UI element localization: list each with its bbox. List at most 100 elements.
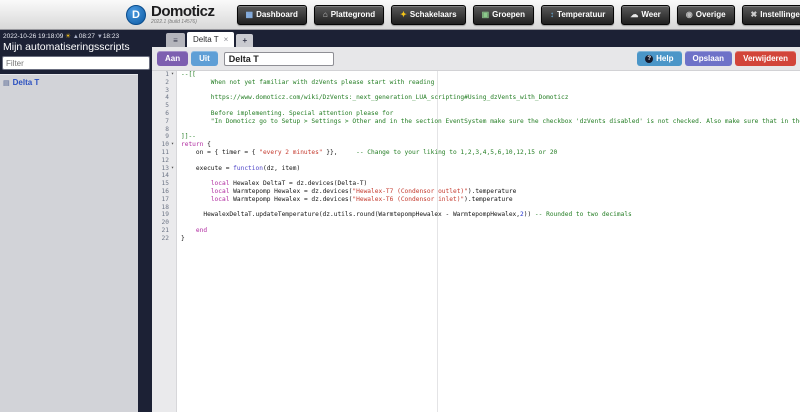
gutter-line: 4 bbox=[165, 94, 169, 102]
disable-button[interactable]: Uit bbox=[191, 51, 218, 66]
gutter-line: 22 bbox=[161, 234, 169, 242]
fold-icon[interactable]: ▾ bbox=[169, 141, 176, 149]
code-line[interactable]: return { bbox=[181, 141, 800, 149]
script-name-input[interactable] bbox=[223, 51, 334, 66]
nav-label: Groepen bbox=[492, 10, 526, 19]
gutter-line: 9 bbox=[165, 133, 169, 141]
fold-icon[interactable]: ▾ bbox=[169, 71, 176, 79]
script-item[interactable]: ▤ Delta T bbox=[0, 75, 138, 90]
sunrise-time: 08:27 bbox=[78, 33, 96, 40]
code-editor[interactable]: 1 ▾ 2 3 4 5 6 7 8 9 10 ▾ 11 12 13 ▾ 14 15 16 17 18 19 20 21 22 -… bbox=[152, 71, 800, 412]
code-line[interactable] bbox=[181, 172, 800, 180]
gutter-line: 20 bbox=[161, 219, 169, 227]
sunset-time: 18:23 bbox=[102, 33, 120, 40]
app-title: Domoticz bbox=[151, 3, 215, 20]
utilities-icon: ◉ bbox=[685, 9, 693, 19]
code-line[interactable]: local Warmtepomp Hewalex = dz.devices("H… bbox=[181, 188, 800, 196]
nav-label: Instellingen bbox=[760, 10, 800, 19]
save-button[interactable]: Opslaan bbox=[684, 51, 733, 66]
lightbulb-icon: ✦ bbox=[400, 9, 407, 19]
code-line[interactable] bbox=[181, 87, 800, 95]
tab-close-icon[interactable]: × bbox=[224, 35, 229, 44]
datetime-text: 2022-10-26 19:18:09 bbox=[3, 33, 64, 40]
enable-button[interactable]: Aan bbox=[157, 51, 189, 66]
tab-delta-t[interactable]: Delta T × bbox=[187, 32, 235, 47]
nav-label: Schakelaars bbox=[409, 10, 457, 19]
gutter-line: 19 bbox=[161, 211, 169, 219]
gutter-line: 21 bbox=[161, 226, 169, 234]
code-line[interactable] bbox=[181, 204, 800, 212]
help-icon: ? bbox=[645, 54, 654, 63]
tab-label: Delta T bbox=[193, 35, 219, 44]
code-line[interactable]: } bbox=[181, 235, 800, 243]
tab-bar: ≡ Delta T × + bbox=[152, 30, 800, 47]
gutter-line: 11 bbox=[161, 148, 169, 156]
delete-button[interactable]: Verwijderen bbox=[735, 51, 796, 66]
script-list: ▤ Delta T bbox=[0, 74, 138, 412]
code-line[interactable] bbox=[181, 219, 800, 227]
domoticz-logo-icon: D bbox=[126, 4, 146, 25]
tab-list-menu[interactable]: ≡ bbox=[166, 33, 185, 47]
sun-icon: ☀ bbox=[65, 33, 71, 40]
code-line[interactable] bbox=[181, 126, 800, 134]
code-line[interactable]: https://www.domoticz.com/wiki/DzVents:_n… bbox=[181, 94, 800, 102]
main-panel: ≡ Delta T × + Aan Uit ? Help O bbox=[152, 30, 800, 412]
groups-icon: ▣ bbox=[481, 9, 490, 19]
plus-icon: + bbox=[242, 36, 248, 45]
editor-code[interactable]: --[[ When not yet familiar with dzVents … bbox=[177, 71, 800, 412]
nav-schakelaars[interactable]: ✦ Schakelaars bbox=[391, 4, 466, 25]
code-line[interactable]: Before implementing. Special attention p… bbox=[181, 110, 800, 118]
nav-label: Dashboard bbox=[256, 10, 298, 19]
nav-plattegrond[interactable]: ⌂ Plattegrond bbox=[313, 4, 385, 25]
add-tab-button[interactable]: + bbox=[236, 34, 254, 47]
sidebar-title: Mijn automatiseringsscripts bbox=[3, 41, 130, 53]
gutter-line: 6 bbox=[165, 109, 169, 117]
code-line[interactable]: local Hewalex DeltaT = dz.devices(Delta-… bbox=[181, 180, 800, 188]
domoticz-logo[interactable]: D Domoticz 2022.1 (build 14576) bbox=[126, 4, 215, 25]
code-line[interactable]: When not yet familiar with dzVents pleas… bbox=[181, 79, 800, 87]
editor-gutter: 1 ▾ 2 3 4 5 6 7 8 9 10 ▾ 11 12 13 ▾ 14 15 16 17 18 19 20 21 22 bbox=[152, 71, 177, 412]
gutter-line: 7 bbox=[165, 117, 169, 125]
hamburger-icon: ≡ bbox=[173, 35, 178, 45]
gutter-line: 8 bbox=[165, 125, 169, 133]
fold-icon[interactable]: ▾ bbox=[169, 165, 176, 173]
code-line[interactable]: local Warmtepomp Hewalex = dz.devices("H… bbox=[181, 196, 800, 204]
nav-temperatuur[interactable]: ↕ Temperatuur bbox=[541, 4, 615, 25]
nav-instellingen[interactable]: ✖Instellingen▾ bbox=[741, 4, 800, 25]
gutter-line: 12 bbox=[161, 156, 169, 164]
help-label: Help bbox=[656, 54, 674, 63]
gutter-line: 3 bbox=[165, 86, 169, 94]
script-file-icon: ▤ bbox=[3, 79, 10, 87]
gutter-line: 1 ▾ bbox=[165, 71, 176, 79]
gutter-line: 2 bbox=[165, 78, 169, 86]
code-line[interactable] bbox=[181, 157, 800, 165]
help-button[interactable]: ? Help bbox=[637, 51, 682, 66]
dashboard-icon: ▦ bbox=[245, 9, 254, 19]
nav-dashboard[interactable]: ▦ Dashboard bbox=[236, 4, 307, 25]
gutter-line: 14 bbox=[161, 172, 169, 180]
nav-label: Weer bbox=[641, 10, 661, 19]
floorplan-icon: ⌂ bbox=[322, 9, 328, 19]
nav-weer[interactable]: ☁ Weer bbox=[621, 4, 670, 25]
status-bar: 2022-10-26 19:18:09 ☀ ▲08:27 ▼18:23 bbox=[0, 30, 152, 41]
nav-groepen[interactable]: ▣ Groepen bbox=[472, 4, 535, 25]
code-line[interactable]: ]]-- bbox=[181, 133, 800, 141]
gutter-line: 17 bbox=[161, 195, 169, 203]
nav-label: Plattegrond bbox=[330, 10, 376, 19]
gutter-line: 15 bbox=[161, 180, 169, 188]
code-line[interactable] bbox=[181, 102, 800, 110]
code-line[interactable]: HewalexDeltaT.updateTemperature(dz.utils… bbox=[181, 211, 800, 219]
gutter-line: 18 bbox=[161, 203, 169, 211]
code-line[interactable]: execute = function(dz, item) bbox=[181, 165, 800, 173]
code-line[interactable]: --[[ bbox=[181, 71, 800, 79]
sidebar: 2022-10-26 19:18:09 ☀ ▲08:27 ▼18:23 Mijn… bbox=[0, 30, 152, 412]
gutter-line: 16 bbox=[161, 187, 169, 195]
thermometer-icon: ↕ bbox=[550, 9, 555, 19]
filter-input[interactable] bbox=[2, 56, 150, 70]
code-line[interactable]: "In Domoticz go to Setup > Settings > Ot… bbox=[181, 118, 800, 126]
gutter-line: 5 bbox=[165, 102, 169, 110]
code-line[interactable]: end bbox=[181, 227, 800, 235]
code-line[interactable]: on = { timer = { "every 2 minutes" }}, -… bbox=[181, 149, 800, 157]
nav-label: Overige bbox=[695, 10, 726, 19]
nav-overige[interactable]: ◉ Overige bbox=[676, 4, 735, 25]
